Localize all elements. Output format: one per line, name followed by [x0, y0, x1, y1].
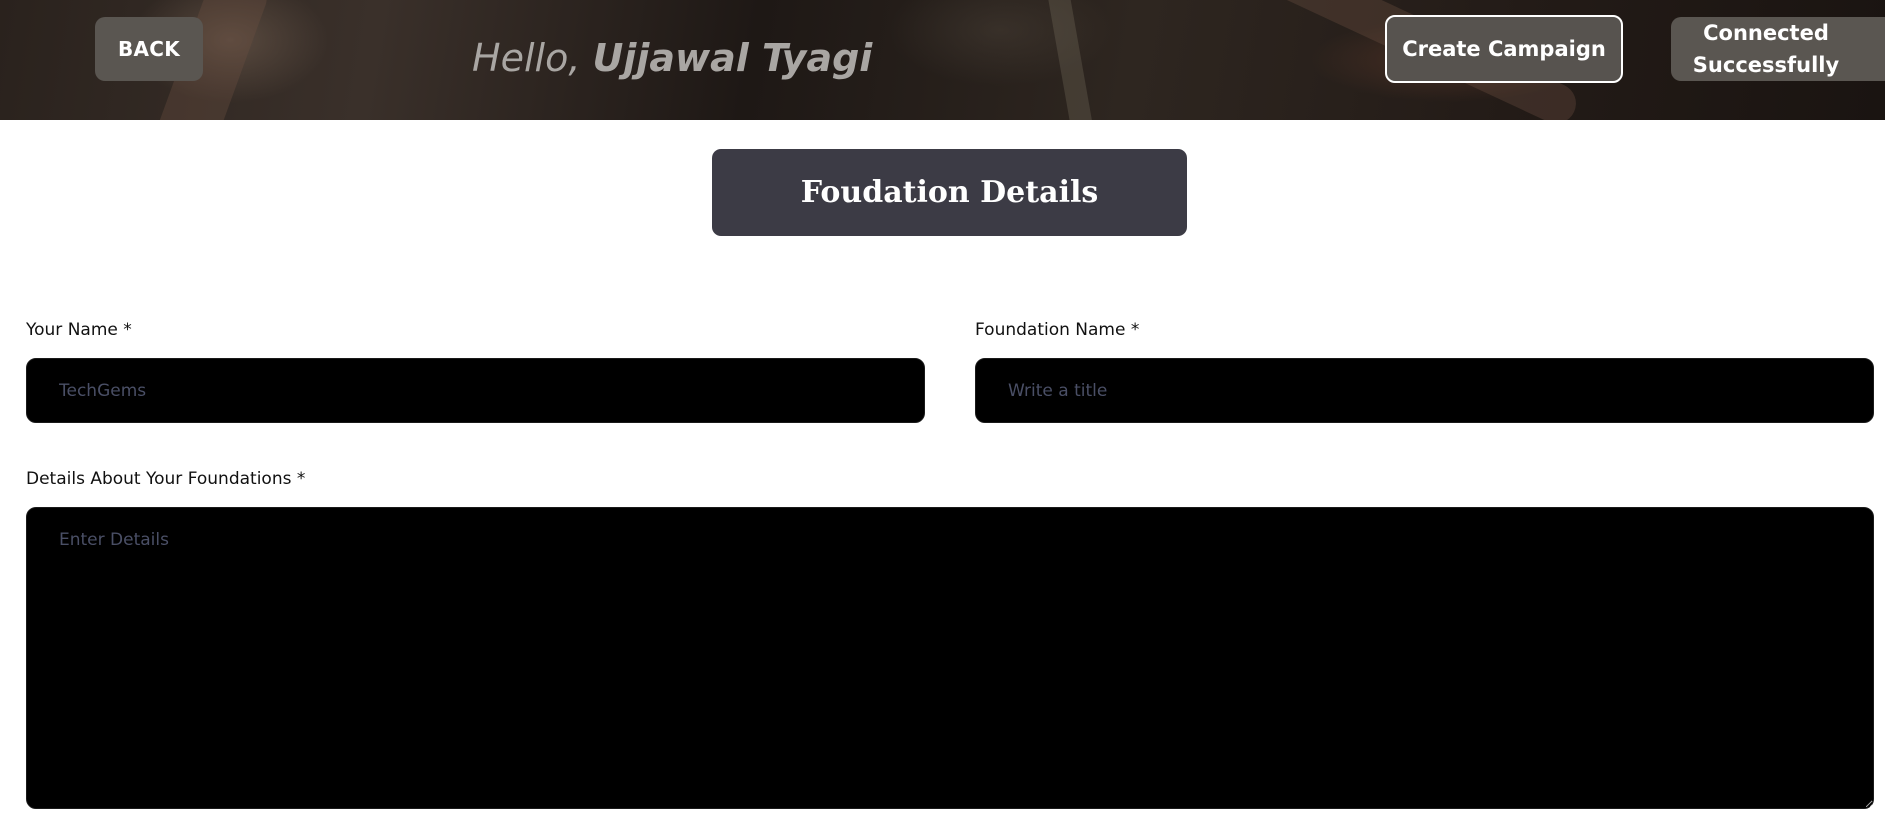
- header-banner: BACK Hello, Ujjawal Tyagi Create Campaig…: [0, 0, 1885, 120]
- page-title-box: Foudation Details: [712, 149, 1187, 236]
- greeting-prefix: Hello,: [472, 36, 593, 80]
- foundation-name-label: Foundation Name *: [975, 320, 1140, 340]
- page-title: Foudation Details: [800, 175, 1099, 210]
- user-name: Ujjawal Tyagi: [592, 36, 873, 80]
- connected-line2: Successfully: [1692, 53, 1840, 77]
- create-campaign-button[interactable]: Create Campaign: [1385, 15, 1623, 83]
- your-name-label: Your Name *: [26, 320, 132, 340]
- connected-line1: Connected: [1703, 21, 1829, 45]
- details-label: Details About Your Foundations *: [26, 469, 306, 489]
- wallet-connected-button[interactable]: Connected Successfully: [1671, 17, 1885, 81]
- foundation-name-input[interactable]: [975, 358, 1874, 423]
- background-branch: [1045, 0, 1097, 120]
- your-name-input[interactable]: [26, 358, 925, 423]
- greeting: Hello, Ujjawal Tyagi: [472, 32, 872, 84]
- details-textarea[interactable]: [26, 507, 1874, 809]
- back-button[interactable]: BACK: [95, 17, 203, 81]
